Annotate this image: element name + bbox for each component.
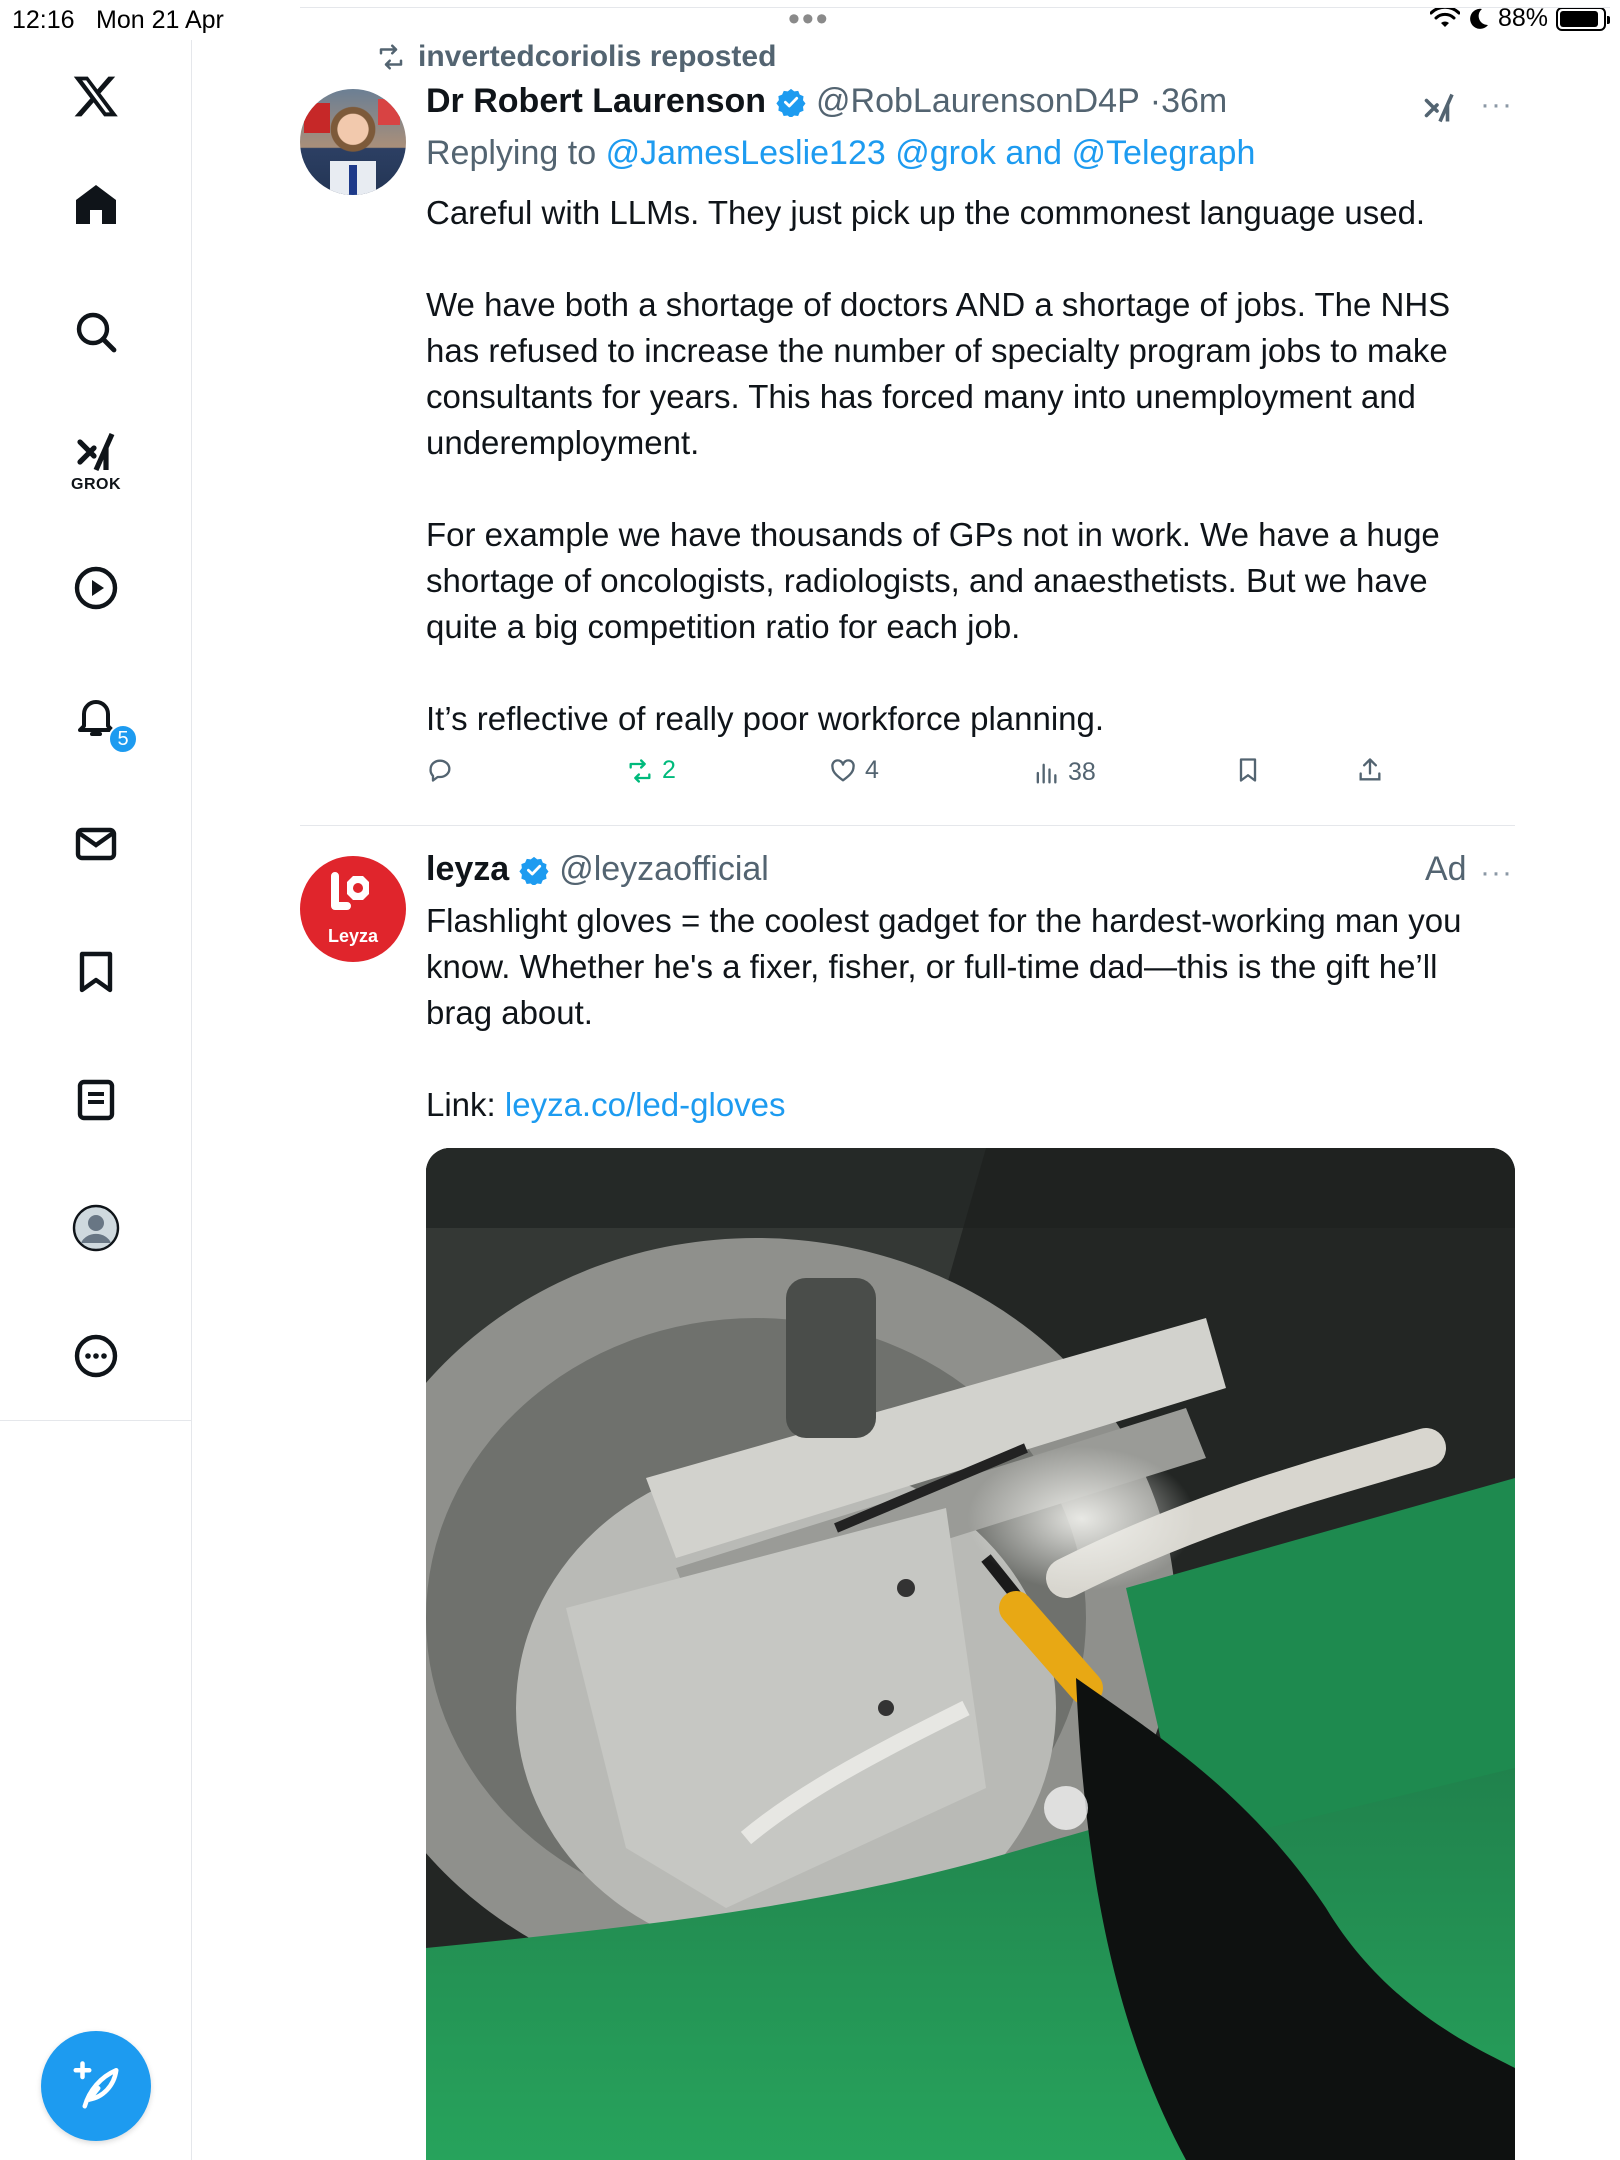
share-icon [1359,758,1381,781]
reply-mention-link[interactable]: @grok [895,134,996,172]
ad-line: Flashlight gloves = the coolest gadget f… [426,902,1462,939]
status-date: Mon 21 Apr [96,6,224,34]
home-icon[interactable] [66,174,126,234]
tweet-line: underemployment. [426,424,700,461]
messages-icon[interactable] [66,814,126,874]
tweet-line: quite a big competition ratio for each j… [426,608,1021,645]
tweet-line: consultants for years. This has forced m… [426,378,1416,415]
repost-button[interactable]: 2 [626,756,676,785]
bookmarks-icon[interactable] [66,942,126,1002]
views-chart-icon [1036,763,1057,783]
sidebar: GROK 5 [0,40,192,2160]
like-count: 4 [865,756,879,784]
reposted-by-label: invertedcoriolis reposted [418,40,777,73]
tweet-paragraph: It’s reflective of really poor workforce… [426,700,1105,737]
tweet-header: Dr Robert Laurenson @RobLaurensonD4P ·36… [426,82,1227,121]
ad-line: brag about. [426,994,593,1031]
link-prefix: Link: [426,1086,496,1123]
share-button[interactable] [1356,756,1384,784]
tweet-more-button[interactable]: ··· [1480,88,1513,122]
advertiser-avatar[interactable]: Leyza [300,856,406,962]
ad-video-thumbnail[interactable] [426,1148,1515,2160]
bookmark-button[interactable] [1234,756,1262,784]
tweet-time[interactable]: ·36m [1150,82,1227,121]
search-icon[interactable] [66,302,126,362]
top-divider [300,7,1610,8]
profile-avatar-icon[interactable] [66,1198,126,1258]
author-handle[interactable]: @RobLaurensonD4P [816,82,1140,121]
reply-mention-link[interactable]: @Telegraph [1072,134,1256,172]
ad-label: Ad [1425,850,1467,888]
tweet-actions: 2 4 38 [426,756,1426,806]
compose-post-button[interactable] [41,2031,151,2141]
reply-and-text[interactable]: and [1005,134,1062,172]
replying-to-line: Replying to @JamesLeslie123 @grok and @T… [426,134,1255,173]
video-icon[interactable] [66,558,126,618]
wifi-icon [1429,6,1460,27]
notification-count-badge: 5 [108,724,138,754]
video-frame-image [426,1148,1515,2160]
repost-count: 2 [662,756,676,784]
compose-feather-icon [73,2061,119,2109]
verified-badge-icon [776,88,806,117]
views-count: 38 [1068,758,1096,786]
repost-icon [629,758,651,783]
ad-text: Flashlight gloves = the coolest gadget f… [426,898,1516,1036]
verified-badge-icon [519,856,549,885]
ad-more-button[interactable]: ··· [1480,856,1513,890]
more-options-icon[interactable] [66,1326,126,1386]
advertiser-handle[interactable]: @leyzaofficial [559,850,769,889]
ad-line: know. Whether he's a fixer, fisher, or f… [426,948,1438,985]
moon-icon [1470,8,1488,29]
grok-label: GROK [71,476,121,493]
tweet-separator [300,825,1515,826]
author-avatar[interactable] [300,89,406,195]
heart-icon [831,758,855,781]
grok-icon [1424,93,1454,123]
lists-icon[interactable] [66,1070,126,1130]
tweet-text: It’s reflective of really poor workforce… [426,696,1516,742]
sidebar-divider [0,1420,192,1421]
ad-header: leyza @leyzaofficial [426,850,769,889]
replying-prefix: Replying to [426,134,597,172]
ad-link-line: Link: leyza.co/led-gloves [426,1082,1516,1128]
advertiser-name[interactable]: leyza [426,850,509,889]
reply-button[interactable] [426,756,454,784]
advertiser-avatar-text: Leyza [327,925,379,946]
author-name[interactable]: Dr Robert Laurenson [426,82,766,121]
multitask-dots[interactable]: ••• [788,0,830,39]
grok-icon[interactable] [66,422,126,482]
repost-icon [379,44,403,70]
tweet-paragraph: Careful with LLMs. They just pick up the… [426,194,1426,231]
tweet-text: For example we have thousands of GPs not… [426,512,1516,650]
like-button[interactable]: 4 [829,756,879,785]
battery-icon [1556,6,1610,31]
status-time: 12:16 [12,6,75,34]
tweet-text: We have both a shortage of doctors AND a… [426,282,1516,466]
tweet-line: We have both a shortage of doctors AND a… [426,286,1451,323]
ad-link[interactable]: leyza.co/led-gloves [505,1086,786,1123]
leyza-logo-icon [331,871,369,910]
x-logo-icon[interactable] [66,66,126,126]
views-button[interactable]: 38 [1032,758,1096,787]
tweet-text: Careful with LLMs. They just pick up the… [426,190,1516,236]
reply-mention-link[interactable]: @JamesLeslie123 [606,134,886,172]
status-right: 88% [1429,4,1610,33]
grok-explain-button[interactable] [1422,90,1458,131]
battery-percent: 88% [1497,4,1548,32]
repost-indicator[interactable]: invertedcoriolis reposted [376,40,776,74]
bookmark-icon [1239,758,1257,782]
tweet-line: has refused to increase the number of sp… [426,332,1448,369]
tweet-line: shortage of oncologists, radiologists, a… [426,562,1428,599]
tweet-line: For example we have thousands of GPs not… [426,516,1440,553]
reply-icon [429,759,451,782]
status-bar: 12:16 Mon 21 Apr ••• 88% [0,0,1620,40]
